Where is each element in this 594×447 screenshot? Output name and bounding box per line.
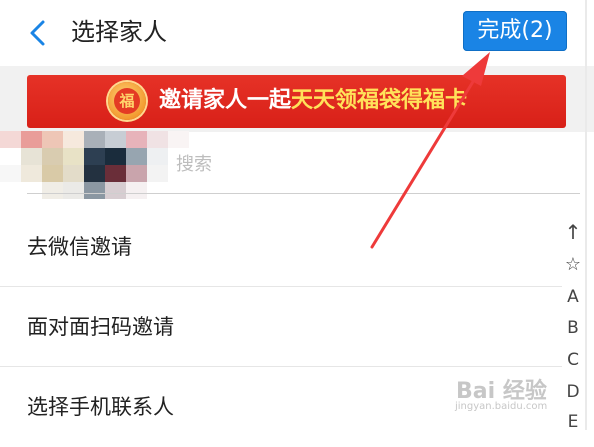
index-up-arrow-icon[interactable]: ↑ (562, 220, 584, 244)
fu-badge-char: 福 (114, 88, 140, 114)
search-underline (27, 193, 580, 194)
watermark-url: jingyan.baidu.com (455, 401, 548, 412)
right-edge (585, 0, 587, 430)
list-item-qr-invite[interactable]: 面对面扫码邀请 (0, 287, 560, 367)
index-letter-a[interactable]: A (562, 287, 584, 307)
search-input[interactable]: 搜索 (176, 150, 212, 176)
list-item-label: 去微信邀请 (27, 235, 132, 259)
list-item-label: 面对面扫码邀请 (27, 315, 174, 339)
list-item-label: 选择手机联系人 (27, 395, 174, 419)
index-letter-c[interactable]: C (562, 350, 584, 370)
back-arrow-icon[interactable] (24, 17, 52, 49)
list-item-wechat-invite[interactable]: 去微信邀请 (0, 207, 560, 287)
index-letter-d[interactable]: D (562, 382, 584, 402)
page-title: 选择家人 (71, 18, 167, 46)
index-letter-b[interactable]: B (562, 318, 584, 338)
index-letter-e[interactable]: E (562, 412, 584, 432)
banner-text-white: 邀请家人一起 (159, 88, 292, 113)
index-star-icon[interactable]: ☆ (562, 254, 584, 275)
done-button[interactable]: 完成(2) (463, 11, 567, 51)
fu-badge-icon: 福 (108, 82, 146, 120)
banner-text: 邀请家人一起天天领福袋得福卡 (159, 86, 467, 116)
header-bar: 选择家人 完成(2) (0, 0, 594, 66)
banner-text-yellow: 天天领福袋得福卡 (291, 88, 468, 113)
